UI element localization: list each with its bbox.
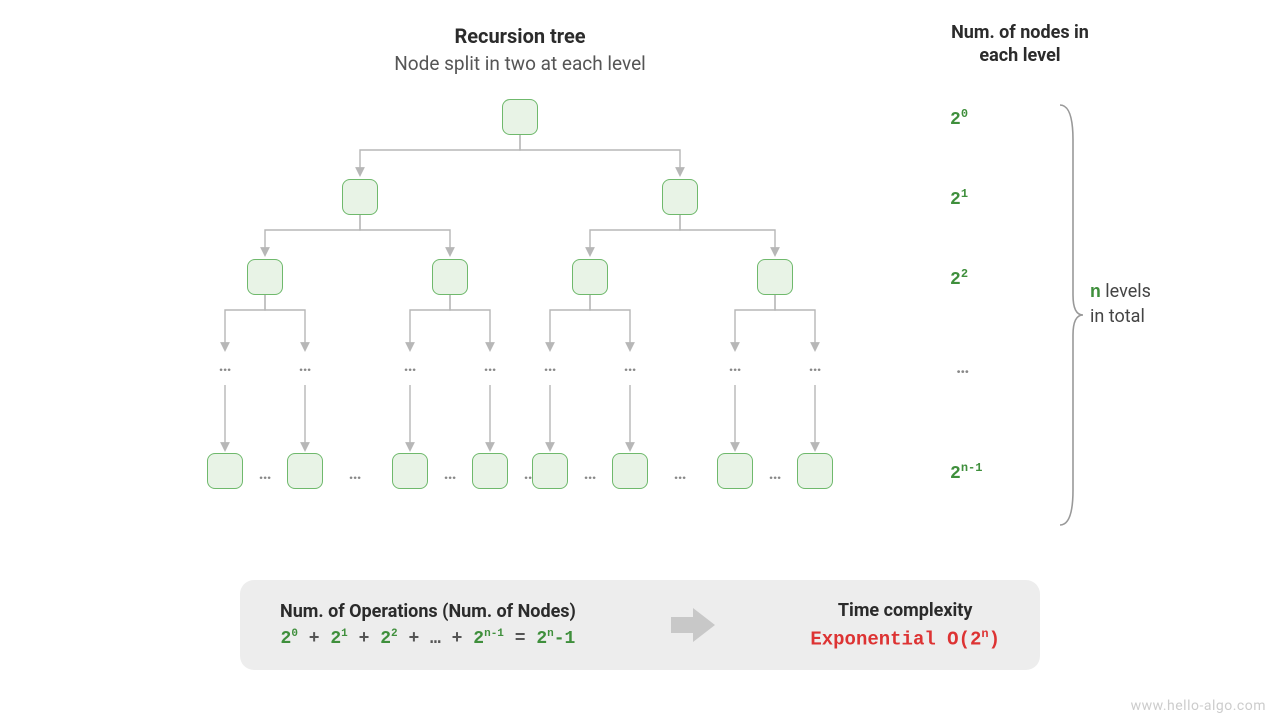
tree-node bbox=[247, 259, 283, 295]
brace bbox=[1055, 100, 1085, 530]
tree-node bbox=[502, 99, 538, 135]
time-complexity-value: Exponential O(2n) bbox=[810, 627, 1000, 650]
tree-node bbox=[392, 453, 428, 489]
ellipsis: … bbox=[475, 355, 505, 376]
tree-node bbox=[532, 453, 568, 489]
right-column-header: Num. of nodes in each level bbox=[930, 22, 1110, 67]
level-count-1: 21 bbox=[950, 187, 1010, 210]
tree-node bbox=[342, 179, 378, 215]
watermark: www.hello-algo.com bbox=[1131, 698, 1266, 714]
ellipsis: … bbox=[290, 355, 320, 376]
level-count-2: 22 bbox=[950, 267, 1010, 290]
tree-node bbox=[207, 453, 243, 489]
tree-node bbox=[612, 453, 648, 489]
level-count-last: 2n-1 bbox=[950, 461, 1010, 484]
tree-node bbox=[717, 453, 753, 489]
ellipsis: … bbox=[250, 463, 280, 484]
level-count-0: 20 bbox=[950, 107, 1010, 130]
ellipsis: … bbox=[615, 355, 645, 376]
recursion-tree: … … … … … … … … … … … … … … … bbox=[140, 95, 900, 545]
tree-node bbox=[432, 259, 468, 295]
levels-total-label: n levels in total bbox=[1090, 280, 1151, 329]
tree-node bbox=[287, 453, 323, 489]
summary-callout: Num. of Operations (Num. of Nodes) 20 + … bbox=[240, 580, 1040, 670]
ellipsis: … bbox=[535, 355, 565, 376]
ellipsis: … bbox=[760, 463, 790, 484]
ellipsis: … bbox=[435, 463, 465, 484]
tree-node bbox=[572, 259, 608, 295]
ellipsis: … bbox=[575, 463, 605, 484]
tree-node bbox=[757, 259, 793, 295]
time-complexity-title: Time complexity bbox=[810, 600, 1000, 621]
arrow-right-icon bbox=[671, 608, 715, 642]
ellipsis: … bbox=[340, 463, 370, 484]
tree-node bbox=[662, 179, 698, 215]
ellipsis: … bbox=[800, 355, 830, 376]
ellipsis: … bbox=[395, 355, 425, 376]
ellipsis: … bbox=[665, 463, 695, 484]
operations-formula: 20 + 21 + 22 + … + 2n-1 = 2n-1 bbox=[280, 628, 576, 649]
operations-title: Num. of Operations (Num. of Nodes) bbox=[280, 601, 576, 622]
ellipsis: … bbox=[210, 355, 240, 376]
tree-node bbox=[797, 453, 833, 489]
diagram-title: Recursion tree bbox=[140, 24, 900, 48]
tree-node bbox=[472, 453, 508, 489]
diagram-subtitle: Node split in two at each level bbox=[140, 52, 900, 75]
ellipsis: … bbox=[720, 355, 750, 376]
level-count-ellipsis: … bbox=[956, 357, 969, 378]
